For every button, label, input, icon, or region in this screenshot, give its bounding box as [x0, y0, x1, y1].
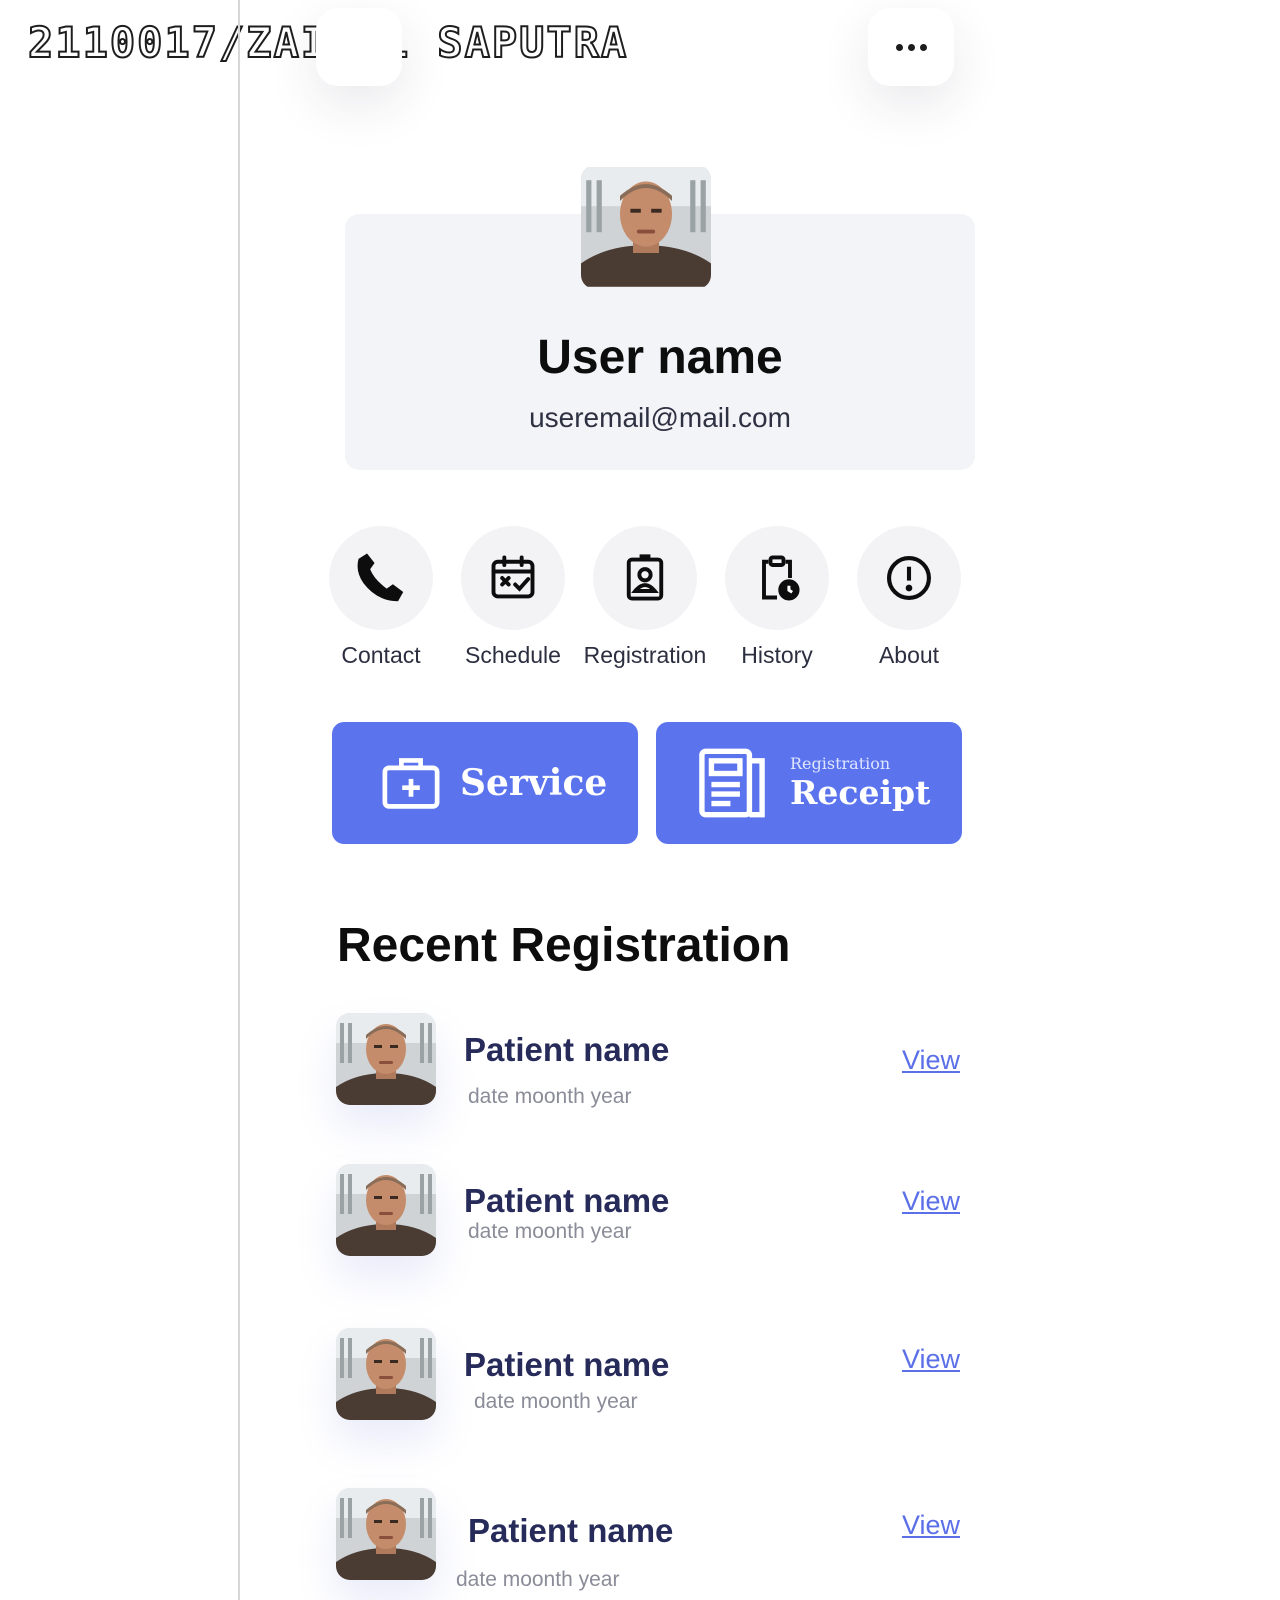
- action-history[interactable]: History: [711, 526, 843, 669]
- patient-name: Patient name: [464, 1346, 670, 1383]
- patient-avatar: [336, 1328, 436, 1420]
- patient-avatar: [336, 1013, 436, 1105]
- action-label: Contact: [341, 642, 421, 668]
- list-item: Patient name date moonth year View: [336, 1013, 966, 1123]
- service-label: Service: [460, 762, 608, 804]
- id-badge-icon: [593, 526, 697, 630]
- view-link[interactable]: View: [902, 1344, 960, 1375]
- patient-avatar: [336, 1164, 436, 1256]
- action-label: Registration: [583, 642, 707, 668]
- view-link[interactable]: View: [902, 1186, 960, 1217]
- section-title: Recent Registration: [337, 919, 791, 972]
- patient-date: date moonth year: [456, 1568, 620, 1591]
- patient-date: date moonth year: [468, 1220, 632, 1243]
- avatar: [581, 165, 711, 289]
- medical-kit-icon: [378, 750, 444, 816]
- receipt-button[interactable]: Registration Receipt: [656, 722, 962, 844]
- service-button[interactable]: Service: [332, 722, 638, 844]
- view-link[interactable]: View: [902, 1045, 960, 1076]
- action-label: About: [878, 642, 940, 668]
- receipt-small-label: Registration: [790, 753, 891, 773]
- list-item: Patient name date moonth year View: [336, 1328, 966, 1438]
- action-label: History: [741, 642, 813, 668]
- document-icon: [694, 743, 770, 823]
- user-name: User name: [537, 331, 783, 384]
- receipt-label: Receipt: [790, 772, 931, 812]
- user-email: useremail@mail.com: [529, 402, 791, 433]
- list-item: Patient name date moonth year View: [336, 1164, 966, 1274]
- action-label: Schedule: [465, 642, 561, 668]
- list-item: Patient name date moonth year View: [336, 1488, 966, 1598]
- patient-name: Patient name: [464, 1031, 670, 1068]
- info-alert-icon: [857, 526, 961, 630]
- patient-name: Patient name: [464, 1182, 670, 1219]
- quick-actions: Contact Schedule Registration History Ab…: [315, 526, 975, 669]
- clipboard-clock-icon: [725, 526, 829, 630]
- more-button[interactable]: [868, 8, 954, 86]
- view-link[interactable]: View: [902, 1510, 960, 1541]
- action-contact[interactable]: Contact: [315, 526, 447, 669]
- patient-name: Patient name: [468, 1512, 674, 1549]
- phone-icon: [329, 526, 433, 630]
- more-dots-icon: [895, 43, 927, 51]
- patient-date: date moonth year: [468, 1085, 632, 1108]
- action-about[interactable]: About: [843, 526, 975, 669]
- patient-date: date moonth year: [474, 1390, 638, 1413]
- back-button[interactable]: [316, 8, 402, 86]
- left-divider: [238, 0, 240, 1600]
- action-schedule[interactable]: Schedule: [447, 526, 579, 669]
- calendar-check-icon: [461, 526, 565, 630]
- patient-avatar: [336, 1488, 436, 1580]
- action-registration[interactable]: Registration: [579, 526, 711, 669]
